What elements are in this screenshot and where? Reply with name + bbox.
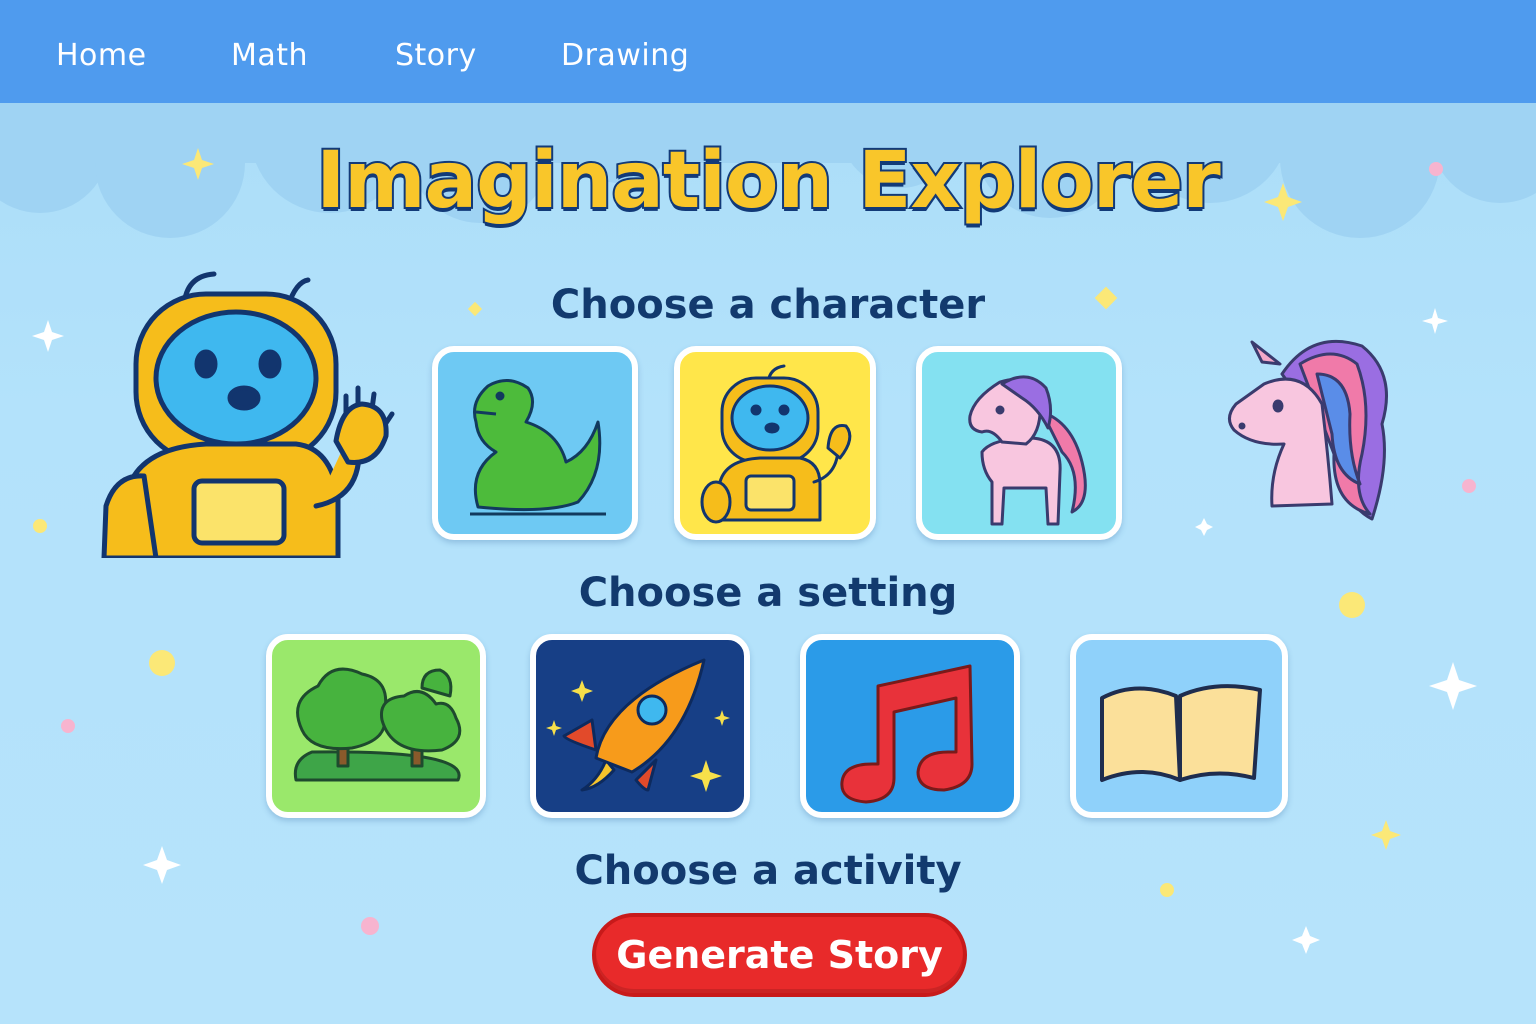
activity-heading: Choose a activity bbox=[574, 848, 962, 894]
setting-option-music[interactable] bbox=[800, 634, 1020, 818]
robot-icon bbox=[700, 364, 852, 524]
music-note-icon bbox=[840, 664, 974, 804]
page-title: Imagination Explorer bbox=[314, 134, 1223, 228]
sparkle-icon bbox=[1195, 518, 1213, 536]
setting-option-space[interactable] bbox=[530, 634, 750, 818]
sparkle-icon bbox=[1292, 926, 1320, 954]
forest-icon bbox=[293, 667, 462, 782]
sparkle-icon bbox=[1429, 662, 1477, 710]
nav-item-story[interactable]: Story bbox=[395, 38, 477, 73]
character-heading: Choose a character bbox=[550, 282, 986, 328]
character-option-pony[interactable] bbox=[916, 346, 1122, 540]
setting-heading: Choose a setting bbox=[578, 570, 958, 616]
setting-option-book[interactable] bbox=[1070, 634, 1288, 818]
setting-option-forest[interactable] bbox=[266, 634, 486, 818]
character-option-robot[interactable] bbox=[674, 346, 876, 540]
nav-item-home[interactable]: Home bbox=[56, 38, 147, 73]
top-nav-bar: Home Math Story Drawing bbox=[0, 0, 1536, 103]
unicorn-mascot bbox=[1228, 339, 1388, 521]
rocket-icon bbox=[546, 658, 730, 792]
dinosaur-icon bbox=[470, 379, 606, 516]
nav-item-drawing[interactable]: Drawing bbox=[561, 38, 689, 73]
character-option-dinosaur[interactable] bbox=[432, 346, 638, 540]
open-book-icon bbox=[1100, 684, 1262, 782]
sparkle-icon bbox=[1371, 820, 1401, 850]
pony-icon bbox=[968, 375, 1087, 526]
nav-item-math[interactable]: Math bbox=[231, 38, 308, 73]
generate-story-button[interactable]: Generate Story bbox=[592, 913, 967, 997]
